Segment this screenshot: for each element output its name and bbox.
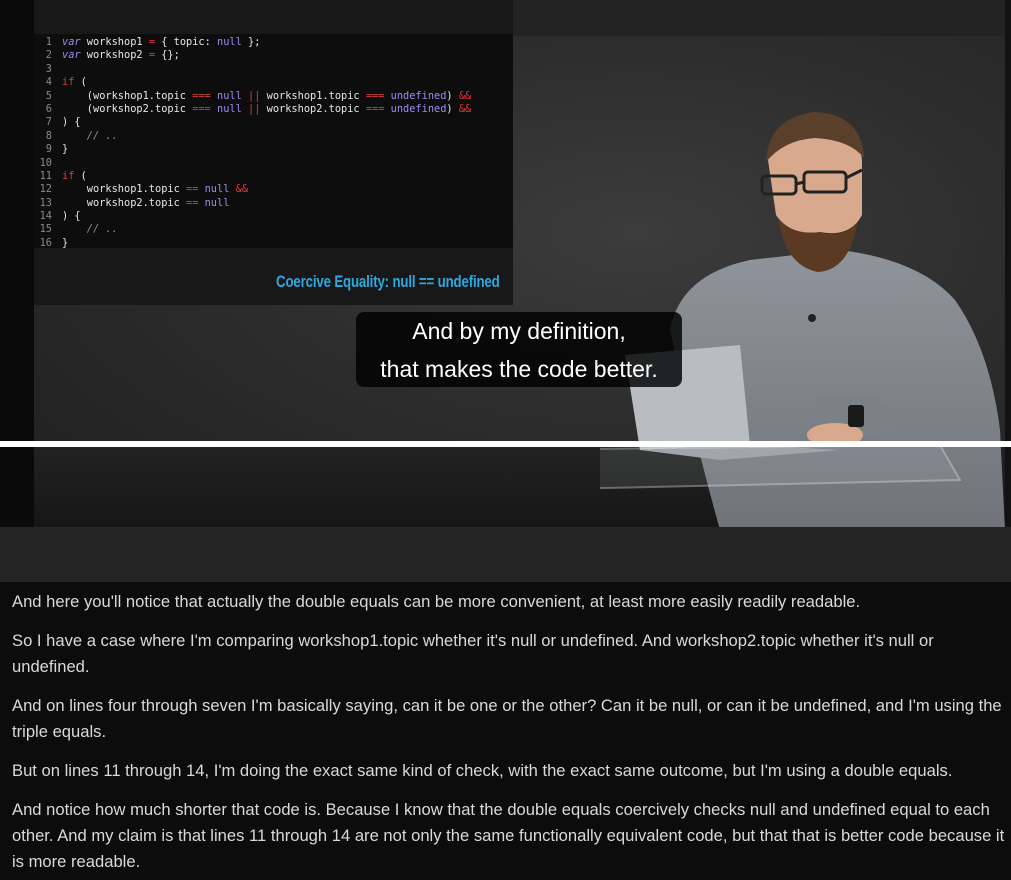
video-edge bbox=[0, 0, 34, 527]
code-line: 4 if ( bbox=[38, 76, 471, 89]
code-token: null bbox=[204, 183, 230, 196]
code-line: 3 bbox=[38, 63, 471, 76]
code-line: 16} bbox=[38, 237, 471, 250]
code-token: (workshop1.topic bbox=[62, 89, 193, 102]
code-token: {}; bbox=[155, 49, 180, 62]
line-number: 8 bbox=[45, 129, 52, 142]
line-number: 12 bbox=[39, 183, 52, 196]
code-token: null bbox=[217, 36, 242, 48]
video-player[interactable]: 1 var workshop1 = { topic: null }; 2 var wo… bbox=[0, 0, 1011, 527]
code-token: ( bbox=[74, 76, 87, 89]
code-line: 8 // .. bbox=[38, 130, 471, 143]
subtitle-line: that makes the code better. bbox=[380, 356, 658, 382]
video-progress-bar[interactable] bbox=[0, 441, 1011, 447]
code-token: workshop1 bbox=[80, 36, 149, 48]
code-line: 2 var workshop2 = {}; bbox=[38, 49, 471, 62]
code-token: } bbox=[62, 143, 69, 156]
transcript-paragraph: And on lines four through seven I'm basi… bbox=[12, 696, 1002, 741]
code-token: && bbox=[458, 102, 472, 115]
code-token: workshop2.topic bbox=[260, 102, 366, 115]
code-line: 14 ) { bbox=[38, 210, 471, 223]
code-token: null bbox=[217, 102, 242, 115]
code-token: } bbox=[62, 236, 69, 249]
code-token: workshop1.topic bbox=[260, 89, 366, 102]
code-token: ) { bbox=[62, 116, 81, 129]
code-token: if bbox=[62, 76, 75, 89]
code-token: || bbox=[248, 89, 261, 102]
line-number: 16 bbox=[39, 236, 52, 249]
line-number: 5 bbox=[45, 89, 52, 102]
transcript-paragraph: But on lines 11 through 14, I'm doing th… bbox=[12, 761, 953, 780]
transcript-paragraph: And here you'll notice that actually the… bbox=[12, 592, 861, 611]
code-line: 6 (workshop2.topic === null || workshop2… bbox=[38, 103, 471, 116]
line-number: 11 bbox=[39, 169, 52, 182]
code-token: var bbox=[62, 36, 81, 48]
video-subtitle: And by my definition, that makes the cod… bbox=[356, 312, 682, 387]
code-token: && bbox=[458, 89, 472, 102]
line-number: 14 bbox=[39, 210, 52, 223]
code-token: ) bbox=[446, 102, 459, 115]
line-number: 15 bbox=[39, 223, 52, 236]
line-number: 13 bbox=[39, 196, 52, 209]
code-token: === bbox=[365, 102, 385, 115]
code-line: 5 (workshop1.topic === null || workshop1… bbox=[38, 90, 471, 103]
code-line: 9} bbox=[38, 143, 471, 156]
subtitle-line: And by my definition, bbox=[412, 318, 626, 344]
player-controls-area bbox=[0, 527, 1011, 582]
code-token: if bbox=[62, 169, 75, 182]
code-line: 1 var workshop1 = { topic: null }; bbox=[38, 36, 471, 49]
code-token: var bbox=[62, 49, 81, 62]
line-number: 6 bbox=[45, 102, 52, 115]
code-line: 7 ) { bbox=[38, 116, 471, 129]
stage-wall bbox=[513, 0, 1005, 36]
code-token: workshop2 bbox=[80, 49, 149, 62]
line-number: 10 bbox=[39, 156, 52, 169]
transcript-panel: And here you'll notice that actually the… bbox=[0, 582, 1011, 880]
code-token: null bbox=[204, 196, 230, 209]
line-number: 4 bbox=[45, 76, 52, 89]
slide-caption: Coercive Equality: null == undefined bbox=[276, 272, 500, 291]
line-number: 7 bbox=[45, 116, 52, 129]
code-token: === bbox=[192, 89, 211, 102]
line-number: 9 bbox=[45, 143, 52, 156]
code-token: workshop2.topic bbox=[62, 196, 186, 209]
video-edge-right bbox=[1005, 0, 1011, 527]
line-number: 2 bbox=[45, 49, 52, 62]
line-number: 1 bbox=[45, 36, 52, 48]
code-line: 13 workshop2.topic == null bbox=[38, 197, 471, 210]
code-token: // .. bbox=[62, 223, 118, 236]
code-line: 10 bbox=[38, 157, 471, 170]
code-token: undefined bbox=[390, 102, 447, 115]
code-token: && bbox=[235, 183, 249, 196]
code-token: ( bbox=[74, 169, 87, 182]
code-token: === bbox=[192, 102, 211, 115]
code-block: 1 var workshop1 = { topic: null }; 2 var wo… bbox=[38, 36, 472, 250]
code-line: 12 workshop1.topic == null && bbox=[38, 183, 471, 196]
code-token: ) bbox=[446, 89, 459, 102]
code-token: // .. bbox=[62, 129, 118, 142]
code-slide: 1 var workshop1 = { topic: null }; 2 var wo… bbox=[34, 0, 513, 305]
code-token: { topic: bbox=[155, 36, 218, 48]
code-line: 11 if ( bbox=[38, 170, 471, 183]
code-token: == bbox=[186, 196, 199, 209]
code-token: || bbox=[248, 102, 261, 115]
code-token: (workshop2.topic bbox=[62, 102, 193, 115]
code-token: === bbox=[365, 89, 385, 102]
transcript-paragraph: And notice how much shorter that code is… bbox=[12, 800, 1005, 871]
code-token: undefined bbox=[390, 89, 447, 102]
code-token: }; bbox=[241, 36, 261, 48]
line-number: 3 bbox=[45, 62, 52, 75]
code-token: ) { bbox=[62, 210, 81, 223]
code-token: null bbox=[217, 89, 242, 102]
code-token: workshop1.topic bbox=[62, 183, 186, 196]
code-token: == bbox=[186, 183, 199, 196]
transcript-paragraph: So I have a case where I'm comparing wor… bbox=[12, 631, 934, 676]
code-line: 15 // .. bbox=[38, 223, 471, 236]
